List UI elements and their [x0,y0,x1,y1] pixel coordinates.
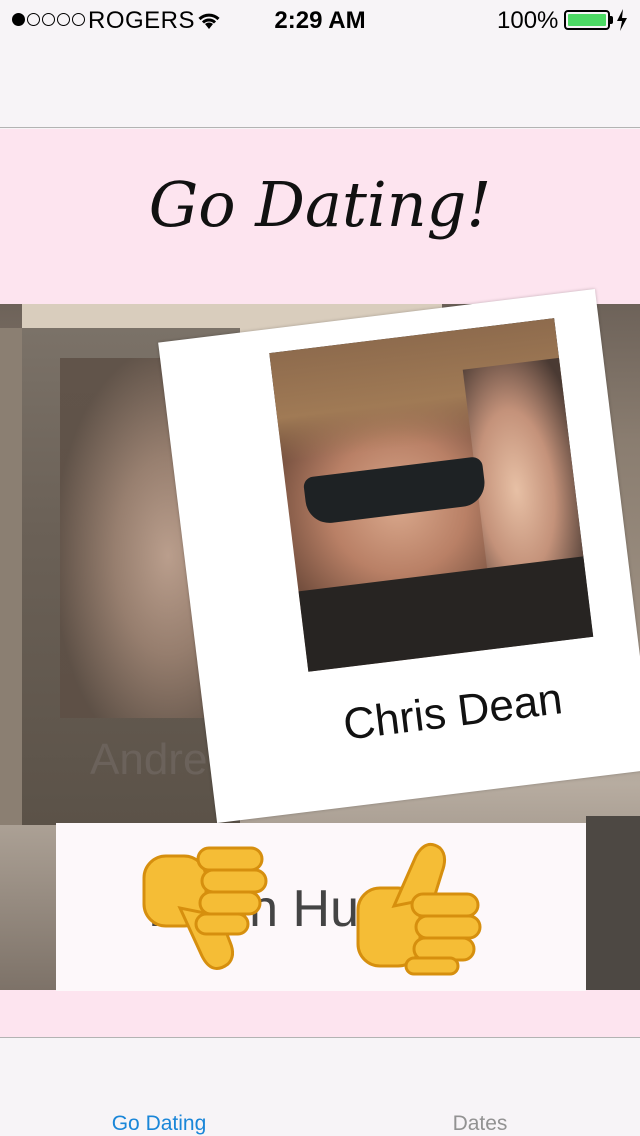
thumbs-down-icon [142,846,268,970]
battery-icon [564,10,610,30]
front-profile-card[interactable]: Chris Dean [158,288,640,824]
front-card-name: Chris Dean [340,674,566,750]
battery-percentage: 100% [497,7,559,34]
front-profile-photo [269,318,594,672]
status-bar: ROGERS 2:29 AM 100% [0,0,640,40]
back-card-name: Andre [90,735,208,784]
navigation-bar [0,40,640,128]
next-profile-card: Kevin Huang [56,823,586,991]
app-screen: ROGERS 2:29 AM 100% Go Dating! Andre Chr… [0,0,640,1136]
charging-bolt-icon [616,9,628,38]
page-title: Go Dating! [148,168,492,241]
thumbs-up-icon [356,842,482,976]
tab-bar: Go Dating Dates [0,1037,640,1136]
tab-dates[interactable]: Dates [380,1112,580,1136]
tab-go-dating[interactable]: Go Dating [59,1112,259,1136]
dislike-button[interactable] [140,838,270,978]
like-button[interactable] [354,836,484,976]
